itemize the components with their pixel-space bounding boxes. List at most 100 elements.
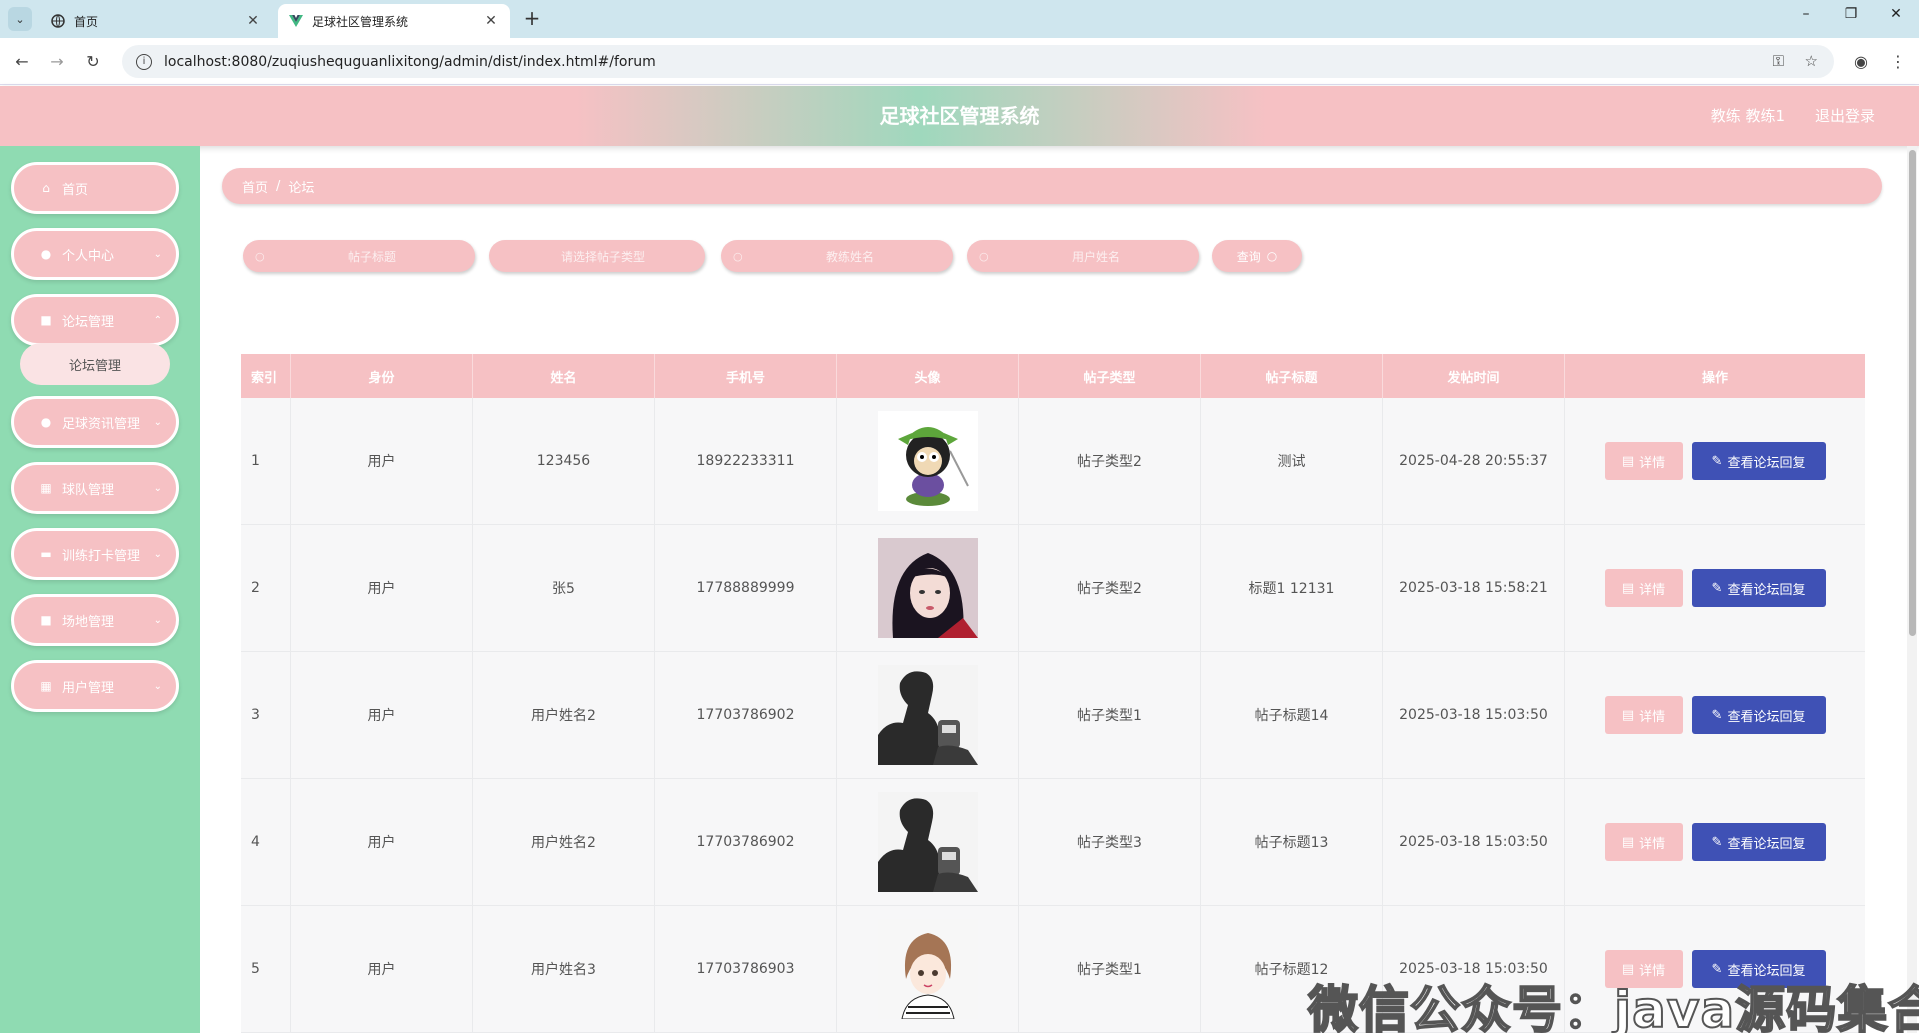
key-icon[interactable]: ⚿ [1773,52,1784,70]
cell-phone: 17703786902 [655,652,837,778]
document-icon: ▤ [1621,834,1635,850]
column-header: 帖子标题 [1201,354,1383,398]
browser-tab-home[interactable]: 首页 ✕ [40,4,272,38]
breadcrumb: 首页 / 论坛 [222,168,1882,204]
back-arrow-icon[interactable]: ← [10,50,34,74]
tab-search-button[interactable]: ⌄ [8,7,32,31]
info-icon[interactable]: i [136,53,152,70]
clipboard-icon: ■ [40,613,52,627]
logout-link[interactable]: 退出登录 [1815,86,1875,146]
cell-type: 帖子类型3 [1019,779,1201,905]
detail-button[interactable]: ▤ 详情 [1604,442,1683,480]
user-info: 教练 教练1 [1710,107,1785,125]
search-icon: ○ [1266,249,1278,263]
sidebar-item-label: 首页 [62,182,89,198]
close-icon[interactable]: ✕ [482,13,500,29]
sidebar-item-team[interactable]: ▦ 球队管理 ⌄ [11,462,179,514]
column-header: 发帖时间 [1383,354,1565,398]
globe-icon [50,13,66,29]
user-name-input[interactable]: ○ 用户姓名 [967,240,1199,272]
star-icon[interactable]: ☆ [1805,52,1818,70]
sidebar-item-label: 场地管理 [62,614,115,630]
cell-type: 帖子类型2 [1019,398,1201,524]
restore-icon[interactable]: ❐ [1836,6,1866,22]
cell-title: 帖子标题13 [1201,779,1383,905]
view-reply-button[interactable]: ✎ 查看论坛回复 [1691,696,1826,734]
query-button[interactable]: 查询 ○ [1212,240,1302,272]
post-type-select[interactable]: 请选择帖子类型 [489,240,705,272]
query-label: 查询 [1236,249,1261,264]
chevron-up-icon: ⌃ [153,314,162,326]
document-icon: ▤ [1621,707,1635,723]
sidebar-item-users[interactable]: ▦ 用户管理 ⌄ [11,660,179,712]
reply-label: 查看论坛回复 [1727,582,1806,598]
girl-photo-avatar [877,538,978,638]
cell-avatar [837,398,1019,524]
cell-avatar [837,525,1019,651]
address-bar: ← → ↻ i localhost:8080/zuqiushequguanlix… [0,38,1919,85]
cell-index: 3 [241,652,291,778]
detail-button[interactable]: ▤ 详情 [1604,696,1683,734]
detail-label: 详情 [1639,582,1666,598]
edit-icon: ✎ [1711,580,1723,596]
detail-button[interactable]: ▤ 详情 [1604,823,1683,861]
sidebar-item-label: 用户管理 [62,680,115,696]
post-title-input[interactable]: ○ 帖子标题 [243,240,475,272]
vue-logo-icon [288,13,304,29]
minimize-icon[interactable]: – [1791,6,1821,22]
cell-actions: ▤ 详情 ✎ 查看论坛回复 [1565,652,1865,778]
cell-phone: 17788889999 [655,525,837,651]
cell-avatar [837,779,1019,905]
sidebar-item-profile[interactable]: ● 个人中心 ⌄ [11,228,179,280]
tab-title: 足球社区管理系统 [312,14,409,29]
sidebar-item-home[interactable]: ⌂ 首页 [11,162,179,214]
sidebar-subitem-forum[interactable]: 论坛管理 [20,343,170,385]
cell-name: 用户姓名3 [473,906,655,1032]
document-icon: ▤ [1621,453,1635,469]
sidebar-item-label: 训练打卡管理 [62,548,141,564]
reply-label: 查看论坛回复 [1727,709,1806,725]
url-field[interactable]: i localhost:8080/zuqiushequguanlixitong/… [122,45,1834,78]
forward-arrow-icon[interactable]: → [45,50,69,74]
column-header: 操作 [1701,370,1728,386]
table-header: 索引 身份 姓名 手机号 头像 帖子类型 帖子标题 发帖时间 操作 [241,354,1865,398]
sidebar-item-label: 球队管理 [62,482,115,498]
window-close-icon[interactable]: ✕ [1881,6,1911,22]
close-icon[interactable]: ✕ [244,13,262,29]
cell-type: 帖子类型1 [1019,652,1201,778]
detail-button[interactable]: ▤ 详情 [1604,569,1683,607]
view-reply-button[interactable]: ✎ 查看论坛回复 [1691,823,1826,861]
breadcrumb-home[interactable]: 首页 [242,177,268,196]
profile-icon[interactable]: ◉ [1849,50,1873,74]
coach-name-input[interactable]: ○ 教练姓名 [721,240,953,272]
column-header: 姓名 [473,354,655,398]
grid-icon: ▦ [40,481,52,495]
sidebar-item-label: 个人中心 [62,248,115,264]
view-reply-button[interactable]: ✎ 查看论坛回复 [1691,442,1826,480]
browser-tab-active[interactable]: 足球社区管理系统 ✕ [278,4,510,38]
cell-type: 帖子类型2 [1019,525,1201,651]
view-reply-button[interactable]: ✎ 查看论坛回复 [1691,569,1826,607]
sidebar-item-training[interactable]: ▬ 训练打卡管理 ⌄ [11,528,179,580]
cell-time: 2025-03-18 15:03:50 [1383,652,1565,778]
detail-label: 详情 [1639,455,1666,471]
detail-label: 详情 [1639,709,1666,725]
reload-icon[interactable]: ↻ [81,50,105,74]
new-tab-button[interactable]: + [520,6,544,30]
cell-actions: ▤ 详情 ✎ 查看论坛回复 [1565,398,1865,524]
more-menu-icon[interactable]: ⋮ [1886,50,1910,74]
clipboard-icon: ■ [40,313,52,327]
cell-phone: 17703786903 [655,906,837,1032]
watermark-text: 微信公众号：java源码集合 [1307,980,1919,1033]
sidebar-item-forum[interactable]: ■ 论坛管理 ⌃ [11,294,179,346]
scrollbar-thumb[interactable] [1909,150,1916,636]
search-icon: ○ [255,249,265,263]
column-header: 头像 [837,354,1019,398]
cell-role: 用户 [291,398,473,524]
sidebar-item-venue[interactable]: ■ 场地管理 ⌄ [11,594,179,646]
bulb-icon: ● [40,415,52,429]
silhouette-avatar [877,792,978,892]
grid-icon: ▦ [40,679,52,693]
cell-index: 5 [241,906,291,1032]
sidebar-item-news[interactable]: ● 足球资讯管理 ⌄ [11,396,179,448]
